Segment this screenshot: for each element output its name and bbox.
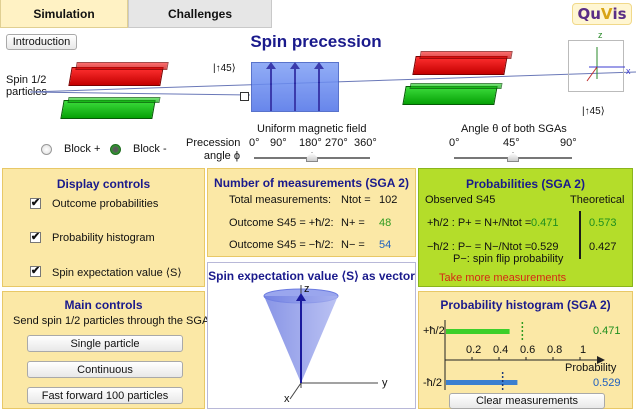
main-controls-subtitle: Send spin 1/2 particles through the SGA [13, 315, 210, 327]
total-measurements-label: Total measurements: [229, 194, 332, 206]
field-arrow-icon [290, 62, 300, 111]
prob-minus-observed: 0.529 [531, 241, 559, 253]
precession-label-line1: Precession [186, 137, 241, 149]
field-slider-tick: 360° [354, 137, 377, 149]
sga-left-block-plus-top [75, 62, 169, 70]
clear-measurements-button[interactable]: Clear measurements [449, 393, 605, 409]
axis-z-label: z [598, 30, 603, 40]
hist-plus-value: 0.471 [593, 325, 621, 337]
block-plus-swatch [41, 144, 52, 155]
hist-minus-label: -ħ/2 [423, 377, 442, 389]
field-slider-thumb[interactable] [306, 152, 318, 162]
spin-expectation-checkbox[interactable]: ✔ [30, 266, 41, 277]
sga-left-angle-label: |↑45⟩ [213, 63, 236, 74]
measurements-panel: Number of measurements (SGA 2) Total mea… [207, 168, 416, 257]
probabilities-title: Probabilities (SGA 2) [466, 177, 585, 191]
angle-slider-tick: 0° [449, 137, 460, 149]
theoretical-header: Theoretical [570, 194, 625, 206]
main-controls-panel: Main controls Send spin 1/2 particles th… [2, 291, 209, 409]
prob-plus-observed: 0.471 [531, 217, 559, 229]
display-controls-title: Display controls [56, 177, 151, 191]
block-minus-label: Block - [133, 143, 167, 155]
outcome-probabilities-label: Outcome probabilities [52, 198, 159, 210]
app-root: Simulation Challenges Qu Vis Introduction… [0, 0, 636, 411]
hist-minus-value: 0.529 [593, 377, 621, 389]
prob-plus-label: +ħ/2 : P+ = N+/Ntot = [427, 217, 532, 229]
hist-bar-minus [446, 380, 518, 385]
observed-header: Observed S45 [425, 194, 496, 206]
magnetic-field-region [251, 62, 339, 112]
single-particle-button[interactable]: Single particle [27, 335, 183, 352]
angle-slider-tick: 90° [560, 137, 577, 149]
probability-histogram-checkbox[interactable]: ✔ [30, 232, 41, 243]
field-slider-tick: 90° [270, 137, 287, 149]
main-controls-title: Main controls [64, 298, 143, 312]
field-slider-title: Uniform magnetic field [257, 123, 367, 135]
sga-right-block-plus-top [419, 51, 513, 59]
angle-slider-title: Angle θ of both SGAs [461, 123, 567, 135]
x-axis [289, 382, 302, 400]
block-plus-label: Block + [64, 143, 101, 155]
display-controls-panel: Display controls ✔ Outcome probabilities… [2, 168, 205, 287]
sga-right-angle-label: |↑45⟩ [582, 106, 605, 117]
histogram-panel: Probability histogram (SGA 2) +ħ/2 -ħ/2 … [418, 291, 633, 409]
spin-expectation-label: Spin expectation value ⟨S⟩ [52, 267, 182, 279]
prob-minus-theoretical: 0.427 [589, 241, 617, 253]
angle-slider-tick: 45° [503, 137, 520, 149]
spin-flip-note: P−: spin flip probability [453, 253, 564, 265]
axis-x-label: x [626, 66, 631, 76]
vector-y-label: y [382, 377, 388, 389]
hist-xlabel: Probability [565, 362, 617, 374]
vector-z-label: z [304, 283, 310, 295]
hist-bar-plus [446, 329, 510, 334]
block-minus-swatch [110, 144, 121, 155]
total-measurements-value: 102 [379, 194, 398, 206]
outcome-probabilities-checkbox[interactable]: ✔ [30, 198, 41, 209]
hist-tick-label: 0.6 [520, 344, 536, 356]
hist-plus-label: +ħ/2 [423, 325, 445, 337]
hist-tick-label: 1 [580, 344, 587, 356]
hist-tick-label: 0.8 [547, 344, 563, 356]
outcome-plus-label: Outcome S45 = +ħ/2: [229, 217, 334, 229]
precession-label-line2: angle ϕ [203, 150, 240, 162]
axis-orientation-icon [586, 47, 625, 82]
field-arrow-icon [314, 62, 324, 111]
outcome-plus-symbol: N+ = [341, 217, 365, 229]
field-arrow-icon [266, 62, 276, 111]
sga-right-block-minus-top [409, 83, 503, 89]
probability-histogram-label: Probability histogram [52, 232, 155, 244]
field-slider-tick: 0° [249, 137, 260, 149]
prob-plus-theoretical: 0.573 [589, 217, 617, 229]
take-more-measurements-link[interactable]: Take more measurements [439, 272, 566, 284]
angle-slider-thumb[interactable] [507, 152, 519, 162]
continuous-button[interactable]: Continuous [27, 361, 183, 378]
prob-minus-label: −ħ/2 : P− = N−/Ntot = [427, 241, 532, 253]
field-slider-tick: 180° [299, 137, 322, 149]
probabilities-divider [579, 211, 581, 259]
hist-tick-label: 0.2 [466, 344, 482, 356]
probabilities-panel: Probabilities (SGA 2) Observed S45 Theor… [418, 168, 633, 287]
axis-orientation-widget [568, 40, 625, 92]
sga-left-block-minus-top [67, 97, 161, 103]
outcome-minus-value: 54 [379, 239, 392, 251]
fast-forward-button[interactable]: Fast forward 100 particles [27, 387, 183, 404]
vector-x-label: x [284, 393, 290, 405]
field-slider-tick: 270° [325, 137, 348, 149]
outcome-minus-label: Outcome S45 = −ħ/2: [229, 239, 334, 251]
outcome-plus-value: 48 [379, 217, 392, 229]
detector-box [240, 92, 249, 101]
hist-tick-label: 0.4 [493, 344, 509, 356]
outcome-minus-symbol: N− = [341, 239, 365, 251]
total-measurements-symbol: Ntot = [341, 194, 371, 206]
measurements-title: Number of measurements (SGA 2) [214, 176, 409, 190]
precession-label: Precession angle ϕ [186, 137, 240, 163]
spin-vector-panel: Spin expectation value ⟨S⟩ as vector z y… [207, 262, 416, 409]
